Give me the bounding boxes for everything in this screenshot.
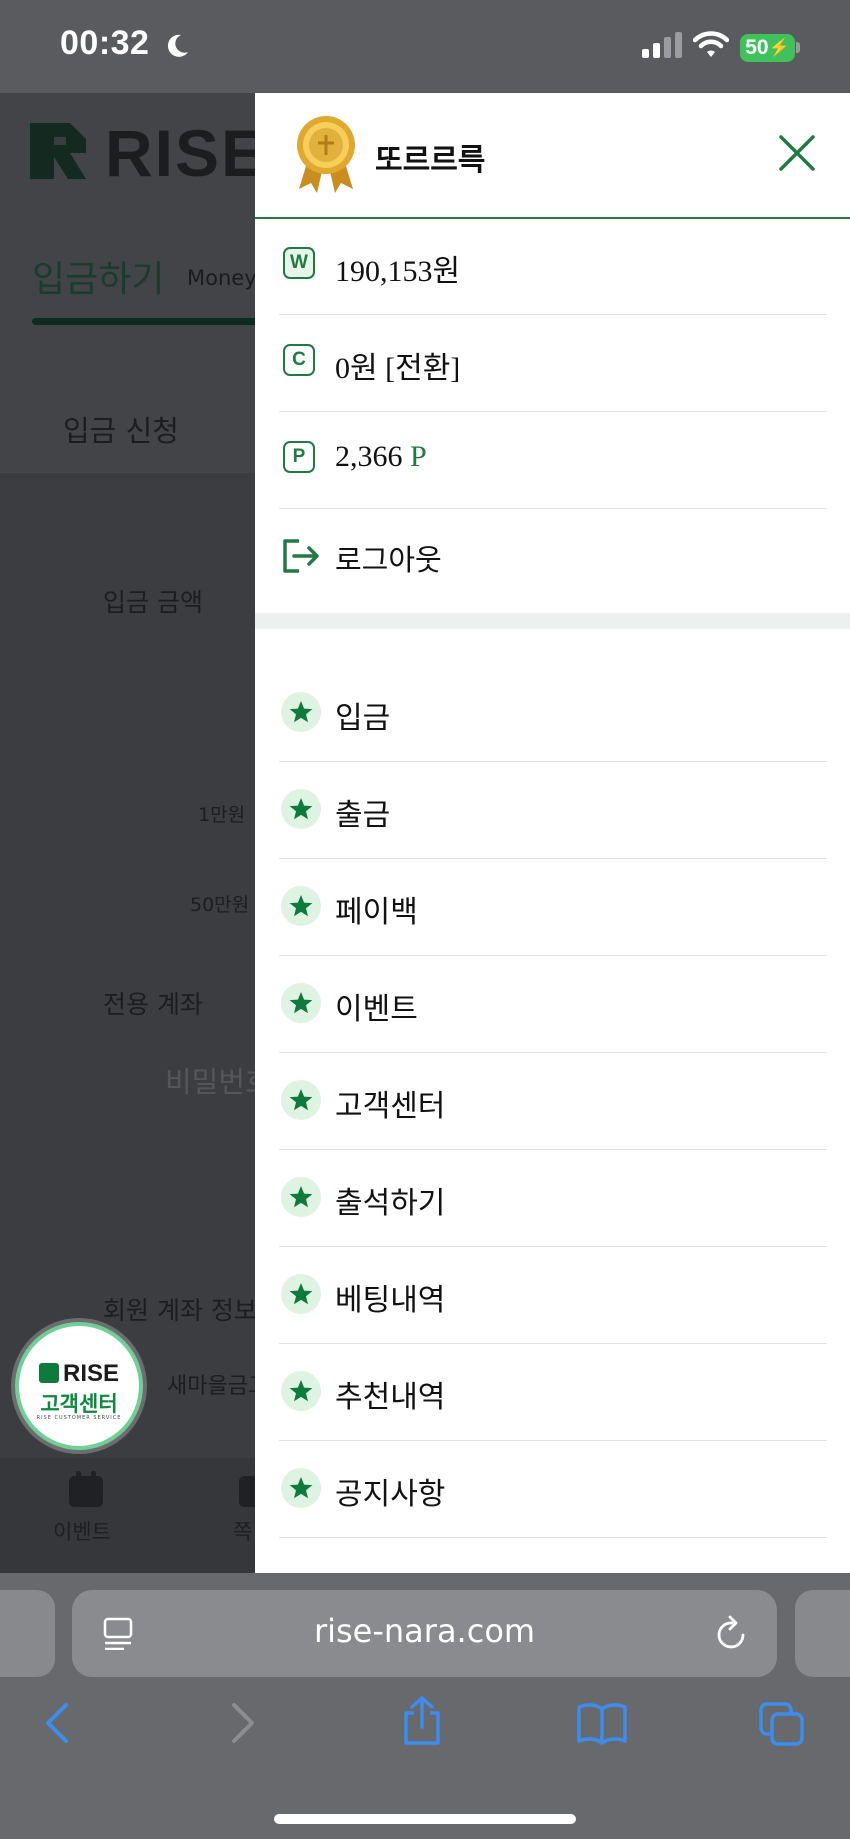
moon-icon — [167, 34, 188, 57]
star-icon — [281, 886, 321, 926]
menu-item-betting-history[interactable]: 베팅내역 — [279, 1246, 827, 1344]
casino-icon: C — [283, 344, 315, 376]
rise-logo-mark — [30, 123, 86, 179]
tabs-icon[interactable] — [758, 1701, 806, 1747]
point-unit: P — [410, 440, 427, 473]
cs-badge-label: 고객센터 — [40, 1392, 118, 1416]
cs-badge-sub: RISE CUSTOMER SERVICE — [36, 1415, 122, 1421]
deposit-tab-title: 입금하기 — [32, 259, 165, 300]
menu-label-betting-history: 베팅내역 — [335, 1283, 446, 1318]
battery-level: 50 — [745, 36, 769, 59]
casino-balance-row[interactable]: C 0원 [전환] — [279, 314, 827, 412]
logout-icon — [283, 539, 319, 573]
wallet-balance-row: W 190,153원 — [279, 217, 827, 315]
amount-chip-1[interactable]: 1만원 — [198, 800, 245, 827]
username: 또르르륵 — [375, 143, 486, 178]
star-icon — [281, 983, 321, 1023]
point-balance: 2,366 P — [335, 440, 427, 474]
calendar-icon[interactable] — [66, 1470, 106, 1510]
nav-second-label[interactable]: 쪽 — [233, 1516, 252, 1546]
point-balance-row: P 2,366 P — [279, 411, 827, 509]
menu-label-customer-center: 고객센터 — [335, 1089, 446, 1124]
menu-label-deposit: 입금 — [335, 701, 391, 736]
casino-balance[interactable]: 0원 [전환] — [335, 343, 460, 387]
cs-brand-text: RISE — [62, 1360, 119, 1387]
battery-indicator: 50 ⚡ — [740, 34, 795, 62]
bookmarks-icon[interactable] — [576, 1701, 628, 1745]
point-value: 2,366 — [335, 440, 403, 473]
address-bar[interactable]: rise-nara.com — [72, 1590, 777, 1677]
menu-label-event: 이벤트 — [335, 992, 418, 1027]
status-time: 00:32 — [60, 24, 150, 62]
won-icon: W — [283, 247, 315, 279]
star-icon — [281, 1274, 321, 1314]
menu-item-attendance[interactable]: 출석하기 — [279, 1149, 827, 1247]
status-bar: 00:32 50 ⚡ — [0, 0, 850, 93]
menu-label-referral-history: 추천내역 — [335, 1380, 446, 1415]
menu-label-withdraw: 출금 — [335, 798, 391, 833]
member-account-label: 회원 계좌 정보 — [103, 1296, 257, 1325]
battery-cap — [796, 42, 800, 53]
logout-row[interactable]: 로그아웃 — [279, 508, 827, 605]
share-icon[interactable] — [400, 1695, 444, 1747]
account-label: 전용 계좌 — [103, 990, 203, 1019]
medal-icon — [297, 116, 355, 193]
section-title: 입금 신청 — [63, 414, 179, 448]
nav-event-label[interactable]: 이벤트 — [53, 1516, 111, 1546]
menu-item-event[interactable]: 이벤트 — [279, 955, 827, 1053]
amount-label: 입금 금액 — [103, 588, 203, 617]
browser-toolbar: rise-nara.com — [0, 1573, 850, 1839]
menu-item-customer-center[interactable]: 고객센터 — [279, 1052, 827, 1150]
customer-service-badge[interactable]: RISE 고객센터 RISE CUSTOMER SERVICE — [15, 1322, 143, 1450]
rise-logo-text: RISE — [105, 116, 268, 190]
rise-mark-icon — [38, 1363, 59, 1383]
previous-tab-preview[interactable] — [0, 1590, 55, 1677]
forward-icon[interactable] — [228, 1701, 258, 1745]
active-tab-underline — [32, 318, 292, 325]
menu-item-notice[interactable]: 공지사항 — [279, 1440, 827, 1538]
menu-item-referral-history[interactable]: 추천내역 — [279, 1343, 827, 1441]
star-icon — [281, 1080, 321, 1120]
menu-label-attendance: 출석하기 — [335, 1186, 446, 1221]
won-balance: 190,153원 — [335, 255, 461, 288]
bank-name: 새마을금고 — [167, 1374, 269, 1399]
background-bottom-nav: 이벤트 쪽 — [0, 1458, 273, 1573]
menu-item-withdraw[interactable]: 출금 — [279, 761, 827, 859]
wifi-icon — [693, 31, 729, 57]
back-icon[interactable] — [42, 1701, 72, 1745]
amount-chip-2[interactable]: 50만원 — [190, 890, 249, 917]
menu-item-deposit[interactable]: 입금 — [279, 664, 827, 762]
star-icon — [281, 1177, 321, 1217]
drawer-separator — [255, 613, 850, 629]
reload-icon[interactable] — [714, 1614, 750, 1652]
signal-icon — [642, 32, 682, 58]
next-tab-preview[interactable] — [795, 1590, 850, 1677]
star-icon — [281, 692, 321, 732]
logout-label[interactable]: 로그아웃 — [335, 537, 442, 579]
menu-label-payback: 페이백 — [335, 895, 418, 930]
menu-label-notice: 공지사항 — [335, 1477, 446, 1512]
star-icon — [281, 1371, 321, 1411]
star-icon — [281, 789, 321, 829]
cs-badge-brand: RISE — [19, 1360, 139, 1388]
side-drawer: 또르르륵 W 190,153원 C 0원 [전환] P 2,366 P 로그아웃 — [255, 93, 850, 1573]
drawer-header: 또르르륵 — [255, 93, 850, 219]
home-indicator — [274, 1814, 576, 1824]
star-icon — [281, 1468, 321, 1508]
point-icon: P — [283, 441, 315, 473]
close-icon[interactable] — [775, 131, 819, 175]
url-text[interactable]: rise-nara.com — [72, 1612, 777, 1650]
deposit-tab-subtitle: Money — [187, 266, 257, 290]
menu-item-payback[interactable]: 페이백 — [279, 858, 827, 956]
